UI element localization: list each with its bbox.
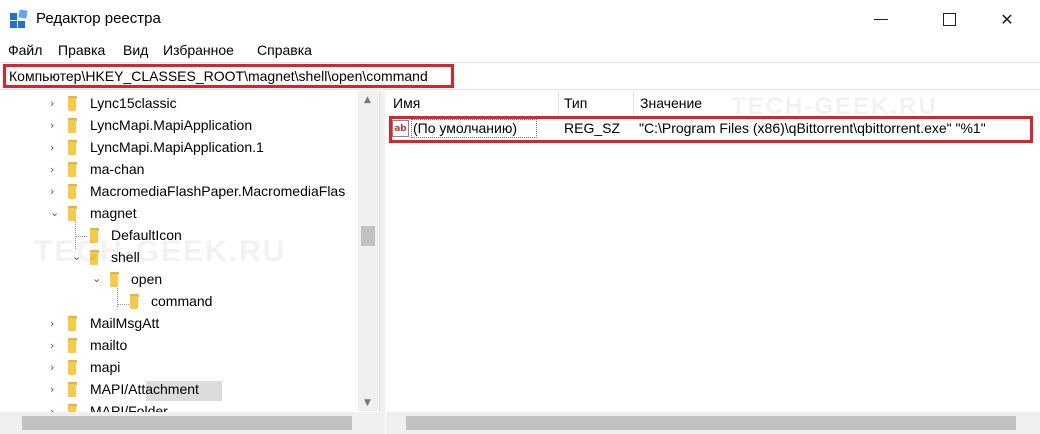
- column-header-type[interactable]: Тип: [564, 95, 587, 111]
- chevron-down-icon[interactable]: ⌄: [92, 272, 101, 285]
- folder-icon: [68, 184, 82, 200]
- menu-help[interactable]: Справка: [257, 42, 312, 58]
- close-icon: ✕: [1000, 9, 1014, 29]
- close-button[interactable]: ✕: [984, 0, 1030, 38]
- maximize-button[interactable]: [926, 0, 972, 38]
- folder-icon: [68, 360, 82, 376]
- folder-icon: [68, 162, 82, 178]
- chevron-right-icon[interactable]: ›: [50, 141, 54, 154]
- chevron-right-icon[interactable]: ›: [50, 339, 54, 352]
- chevron-right-icon[interactable]: ›: [50, 185, 54, 198]
- column-header-data[interactable]: Значение: [640, 95, 702, 111]
- menu-bar: Файл Правка Вид Избранное Справка: [0, 40, 1040, 62]
- folder-icon: [68, 382, 82, 398]
- folder-icon: [68, 338, 82, 354]
- scroll-up-icon[interactable]: ▲: [364, 95, 371, 105]
- minimize-icon: [874, 18, 888, 20]
- chevron-right-icon[interactable]: ›: [50, 97, 54, 110]
- value-row-highlight: [389, 116, 1033, 143]
- scroll-down-icon[interactable]: ▼: [364, 398, 371, 408]
- maximize-icon: [942, 12, 956, 26]
- chevron-right-icon[interactable]: ›: [50, 119, 54, 132]
- column-divider[interactable]: [633, 91, 634, 115]
- folder-icon: [110, 272, 124, 288]
- folder-icon: [68, 316, 82, 332]
- values-hscroll-thumb[interactable]: [406, 416, 1016, 430]
- chevron-down-icon[interactable]: ⌄: [50, 206, 59, 219]
- menu-favorites[interactable]: Избранное: [163, 42, 234, 58]
- folder-icon: [68, 118, 82, 134]
- tree-vertical-scrollbar[interactable]: [358, 91, 378, 411]
- menu-edit[interactable]: Правка: [58, 42, 105, 58]
- tree-hscroll-thumb[interactable]: [22, 416, 352, 430]
- pane-splitter[interactable]: [380, 91, 385, 434]
- address-highlight: [3, 64, 454, 88]
- chevron-right-icon[interactable]: ›: [50, 317, 54, 330]
- title-bar[interactable]: Редактор реестра ✕: [0, 0, 1040, 38]
- tree-guide: [117, 304, 129, 305]
- window-title: Редактор реестра: [36, 10, 161, 27]
- chevron-right-icon[interactable]: ›: [50, 361, 54, 374]
- tree-pane[interactable]: › Lync15classic › LyncMapi.MapiApplicati…: [0, 91, 380, 434]
- watermark: TECH-GEEK.RU: [34, 235, 287, 268]
- folder-icon: [68, 206, 82, 222]
- column-divider[interactable]: [558, 91, 559, 115]
- chevron-right-icon[interactable]: ›: [50, 383, 54, 396]
- menu-file[interactable]: Файл: [8, 42, 42, 58]
- folder-icon: [68, 140, 82, 156]
- menu-view[interactable]: Вид: [123, 42, 148, 58]
- tree-scroll-thumb[interactable]: [361, 226, 375, 246]
- chevron-right-icon[interactable]: ›: [50, 163, 54, 176]
- folder-icon: [130, 294, 144, 310]
- folder-icon: [68, 96, 82, 112]
- minimize-button[interactable]: [858, 0, 904, 38]
- column-header-name[interactable]: Имя: [393, 95, 420, 111]
- regedit-icon: [10, 10, 28, 28]
